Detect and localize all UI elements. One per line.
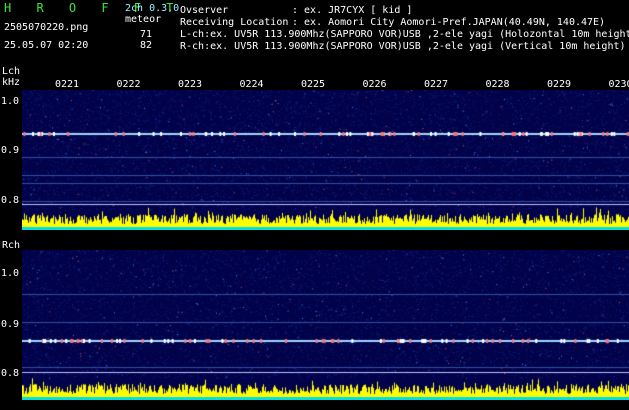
lch-info: L-ch:ex. UV5R 113.900Mhz(SAPPORO VOR)USB… [180, 29, 629, 40]
time-tick: 0222 [116, 79, 141, 90]
lch-spectrogram [22, 90, 629, 230]
type-label: meteor [125, 14, 162, 25]
lch-ytick-1: 1.0 [1, 96, 20, 107]
time-tick: 0226 [362, 79, 387, 90]
rch-waterfall-canvas [22, 250, 629, 400]
rch-ytick-2: 0.9 [1, 319, 20, 330]
location-value: : ex. Aomori City Aomori-Pref.JAPAN(40.4… [292, 17, 606, 28]
lch-ytick-3: 0.8 [1, 195, 20, 206]
rch-ytick-1: 1.0 [1, 268, 20, 279]
observer-value: : ex. JR7CYX [ kid ] [292, 5, 413, 16]
time-tick: 0225 [301, 79, 326, 90]
lch-waterfall-canvas [22, 90, 629, 230]
time-tick: 0221 [55, 79, 80, 90]
count-r: 82 [140, 40, 153, 51]
time-tick: 0227 [424, 79, 449, 90]
observer-label: Ovserver [180, 5, 229, 16]
location-label: Receiving Location [180, 17, 289, 28]
rch-info: R-ch:ex. UV5R 113.900Mhz(SAPPORO VOR)USB… [180, 41, 626, 52]
datetime-label: 25.05.07 02:20 [4, 40, 89, 51]
lch-ytick-2: 0.9 [1, 145, 20, 156]
lch-unit: kHz [2, 77, 21, 88]
time-tick: 0230 [608, 79, 629, 90]
time-tick: 0229 [547, 79, 572, 90]
time-tick: 0224 [239, 79, 264, 90]
rch-spectrogram [22, 250, 629, 400]
filename-label: 2505070220.png [4, 22, 89, 33]
rch-ytick-3: 0.8 [1, 368, 20, 379]
time-tick: 0223 [178, 79, 203, 90]
rch-label: Rch [2, 240, 21, 251]
hroff-display: { "header": { "brand": "H R O F F T", "m… [0, 0, 629, 410]
time-tick: 0228 [485, 79, 510, 90]
